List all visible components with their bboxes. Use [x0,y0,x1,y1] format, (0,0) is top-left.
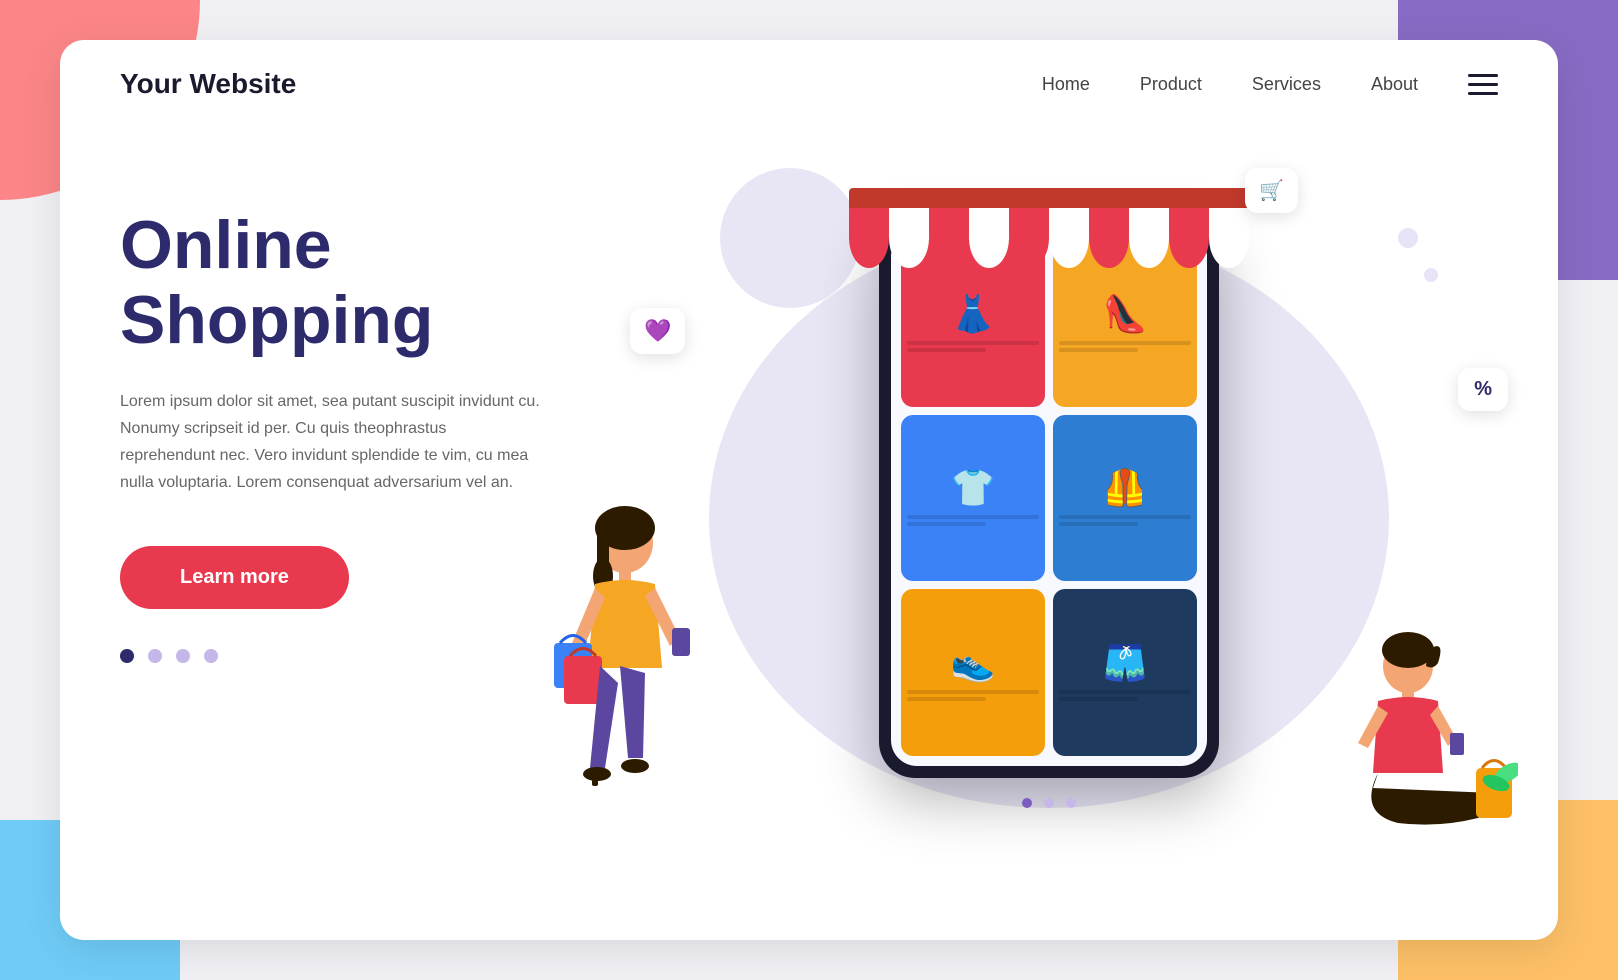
line1 [907,690,1039,694]
dot-4[interactable] [204,649,218,663]
hero-right: 💜 🛒 % [600,148,1498,888]
awning-stripe-4 [969,208,1009,268]
awning-stripe-1 [849,208,889,268]
line2 [907,348,986,352]
shorts-icon: 🩳 [1103,645,1148,681]
hamburger-line-1 [1468,74,1498,77]
line1 [907,515,1039,519]
slide-dots [120,649,600,663]
nav-link-services[interactable]: Services [1252,74,1321,94]
dot-2[interactable] [148,649,162,663]
nav-link-about[interactable]: About [1371,74,1418,94]
heels-lines [1059,338,1191,355]
nav-links: Home Product Services About [1042,74,1418,95]
nav-link-product[interactable]: Product [1140,74,1202,94]
vest-lines [1059,512,1191,529]
awning-stripe-8 [1129,208,1169,268]
bubble-percent: % [1458,368,1508,411]
sneakers-icon: 👟 [951,645,996,681]
awning-stripe-6 [1049,208,1089,268]
tshirt-lines [907,512,1039,529]
dress-icon: 👗 [951,296,996,332]
line2 [1059,348,1138,352]
product-shorts[interactable]: 🩳 [1053,589,1197,756]
awning-stripe-5 [1009,208,1049,268]
percent-text: % [1474,378,1492,400]
nav-item-home[interactable]: Home [1042,74,1090,95]
blob-background-small [720,168,860,308]
line2 [1059,522,1138,526]
line2 [1059,697,1138,701]
line1 [1059,515,1191,519]
cart-icon: 🛒 [1259,180,1284,202]
hamburger-line-3 [1468,92,1498,95]
phone-dot-3 [1066,798,1076,808]
hero-left: Online Shopping Lorem ipsum dolor sit am… [120,148,600,888]
phone-mockup-wrapper: 👗 👠 [879,258,1219,778]
bubble-heart: 💜 [630,308,685,354]
line2 [907,522,986,526]
line1 [907,341,1039,345]
dot-1[interactable] [120,649,134,663]
nav-item-about[interactable]: About [1371,74,1418,95]
nav-item-services[interactable]: Services [1252,74,1321,95]
bubble-cart: 🛒 [1245,168,1298,213]
site-logo: Your Website [120,68,1042,100]
page-background: Your Website Home Product Services About [0,0,1618,980]
line2 [907,697,986,701]
dress-lines [907,338,1039,355]
hero-title: Online Shopping [120,208,600,358]
hero-section: Online Shopping Lorem ipsum dolor sit am… [60,128,1558,928]
phone-screen: 👗 👠 [891,230,1207,766]
awning-stripes [849,208,1249,268]
tshirt-icon: 👕 [951,470,996,506]
hero-title-line1: Online [120,207,332,283]
line1 [1059,341,1191,345]
shorts-lines [1059,687,1191,704]
hamburger-menu[interactable] [1468,74,1498,95]
line1 [1059,690,1191,694]
nav-link-home[interactable]: Home [1042,74,1090,94]
dot-3[interactable] [176,649,190,663]
store-awning [849,188,1249,278]
learn-more-button[interactable]: Learn more [120,546,349,609]
phone-device: 👗 👠 [879,218,1219,778]
woman-standing [540,488,700,868]
nav-item-product[interactable]: Product [1140,74,1202,95]
deco-circle-1 [1398,228,1418,248]
heart-icon: 💜 [644,318,671,343]
product-tshirt[interactable]: 👕 [901,415,1045,582]
sneakers-lines [907,687,1039,704]
awning-stripe-2 [889,208,929,268]
hero-description: Lorem ipsum dolor sit amet, sea putant s… [120,388,540,497]
phone-dot-1 [1022,798,1032,808]
hamburger-line-2 [1468,83,1498,86]
heels-icon: 👠 [1103,296,1148,332]
awning-stripe-10 [1209,208,1249,268]
product-sneakers[interactable]: 👟 [901,589,1045,756]
product-vest[interactable]: 🦺 [1053,415,1197,582]
awning-stripe-9 [1169,208,1209,268]
phone-dot-2 [1044,798,1054,808]
awning-stripe-7 [1089,208,1129,268]
awning-top-bar [849,188,1249,208]
phone-dots [1022,798,1076,808]
navbar: Your Website Home Product Services About [60,40,1558,128]
main-card: Your Website Home Product Services About [60,40,1558,940]
woman-sitting [1338,628,1518,868]
awning-stripe-3 [929,208,969,268]
deco-circle-2 [1424,268,1438,282]
hero-title-line2: Shopping [120,282,433,358]
vest-icon: 🦺 [1103,470,1148,506]
